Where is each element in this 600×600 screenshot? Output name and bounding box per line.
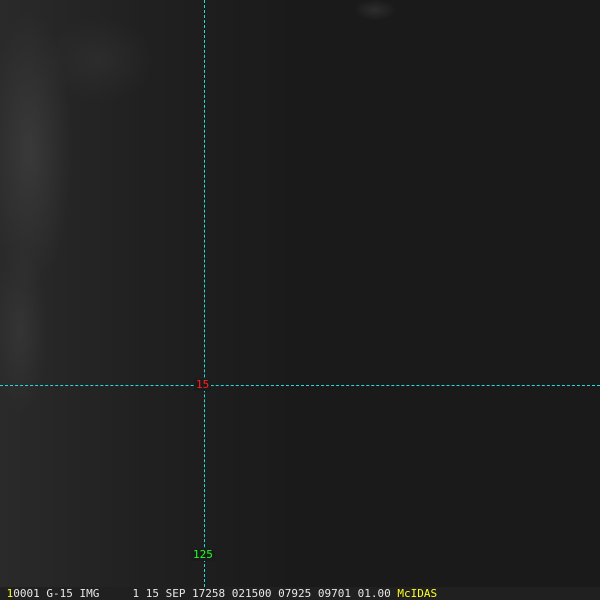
image-info-bar: 10001 G-15 IMG 1 15 SEP 17258 021500 079… (0, 587, 600, 600)
satellite-image: 15 125 10001 G-15 IMG 1 15 SEP 17258 021… (0, 0, 600, 600)
longitude-label: 125 (191, 548, 215, 561)
longitude-gridline (204, 0, 205, 587)
mcidas-brand: McIDAS (397, 587, 438, 600)
cloud-imagery (0, 0, 600, 600)
latitude-label: 15 (194, 378, 212, 391)
latitude-gridline (0, 385, 600, 386)
image-metadata: 0001 G-15 IMG 1 15 SEP 17258 021500 0792… (13, 587, 391, 600)
